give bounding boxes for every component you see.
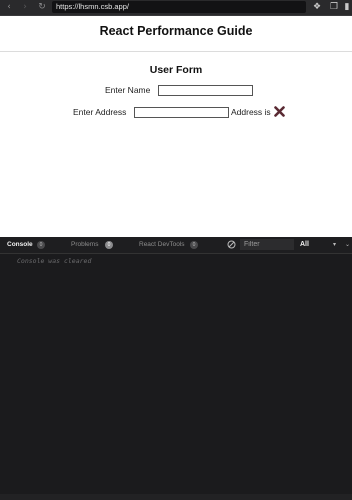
- console-output[interactable]: Console was cleared: [0, 254, 352, 500]
- address-bar[interactable]: https://lhsmn.csb.app/: [52, 1, 306, 13]
- console-message: Console was cleared: [17, 257, 92, 265]
- tab-react-devtools[interactable]: React DevTools: [139, 240, 185, 250]
- address-label: Enter Address: [73, 107, 127, 117]
- forward-arrow-icon[interactable]: ›: [20, 2, 30, 12]
- name-label: Enter Name: [105, 85, 151, 95]
- react-devtools-count-badge: 0: [190, 241, 198, 249]
- problems-count-badge: 0: [105, 241, 113, 249]
- status-strip: [0, 494, 352, 500]
- copy-icon[interactable]: ❐: [329, 2, 339, 12]
- reload-icon[interactable]: ↻: [37, 2, 47, 12]
- console-count-badge: 0: [37, 241, 45, 249]
- panel-chevron-icon[interactable]: ⌄: [345, 240, 350, 250]
- url-text: https://lhsmn.csb.app/: [56, 2, 129, 11]
- address-status-label: Address is: [231, 107, 271, 117]
- clear-console-icon[interactable]: [227, 240, 236, 249]
- app-preview: React Performance Guide User Form Enter …: [0, 16, 352, 237]
- back-arrow-icon[interactable]: ‹: [4, 2, 14, 12]
- form-title: User Form: [149, 64, 203, 76]
- header-divider: [0, 51, 352, 52]
- chevron-down-icon[interactable]: ▾: [333, 240, 336, 250]
- name-field[interactable]: [158, 85, 253, 96]
- log-level-select[interactable]: All: [300, 240, 309, 250]
- panel-icon[interactable]: ▮: [343, 2, 351, 12]
- extension-icon[interactable]: ❖: [312, 2, 322, 12]
- x-mark-icon: [274, 106, 285, 117]
- browser-toolbar: ‹ › ↻ https://lhsmn.csb.app/ ❖ ❐ ▮: [0, 0, 352, 16]
- tab-console[interactable]: Console: [7, 240, 33, 250]
- devtools-panel: Console 0 Problems 0 React DevTools 0 Al…: [0, 237, 352, 500]
- devtools-tab-bar: Console 0 Problems 0 React DevTools 0 Al…: [0, 237, 352, 254]
- filter-input[interactable]: [240, 239, 294, 250]
- address-field[interactable]: [134, 107, 229, 118]
- page-title: React Performance Guide: [99, 24, 253, 38]
- tab-problems[interactable]: Problems: [71, 240, 98, 250]
